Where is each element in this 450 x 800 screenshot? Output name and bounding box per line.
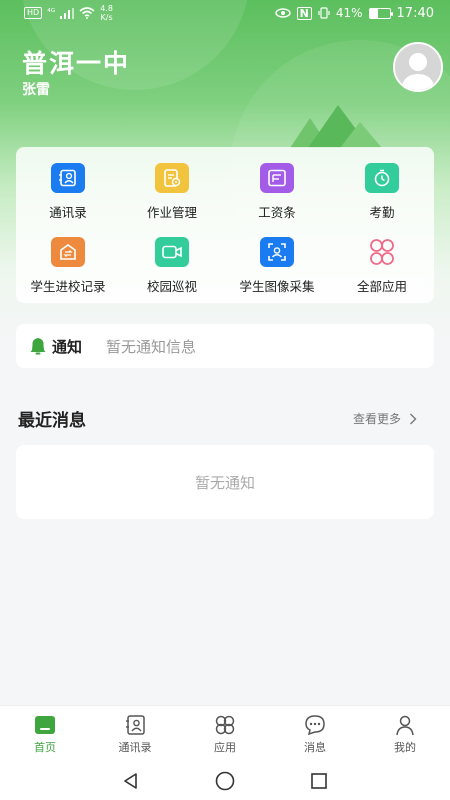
app-grid: 通讯录 作业管理 工资条 考勤 学生进校记录 校园巡视 学生图像采集 全部应用 [16, 147, 434, 303]
signal-icon [60, 7, 75, 19]
back-triangle-icon [124, 772, 137, 789]
eye-comfort-icon [274, 8, 291, 18]
system-nav-bar [0, 761, 450, 800]
notice-title: 通知 [52, 337, 83, 356]
home-icon [35, 716, 55, 734]
contacts-icon [126, 715, 145, 735]
chevron-right-icon [410, 413, 417, 424]
app-all-apps[interactable]: 全部应用 [330, 237, 434, 299]
app-label: 考勤 [369, 205, 395, 220]
apps-icon [215, 715, 235, 735]
tab-messages[interactable]: 消息 [270, 706, 360, 761]
battery-icon [368, 7, 393, 19]
tab-label: 首页 [34, 741, 56, 754]
signal-type-label: ⁴ᴳ [47, 8, 56, 18]
app-salary[interactable]: 工资条 [225, 163, 329, 225]
home-button[interactable] [214, 770, 236, 792]
app-homework[interactable]: 作业管理 [120, 163, 224, 225]
back-button[interactable] [120, 770, 142, 792]
entry-record-icon [51, 237, 85, 267]
face-scan-icon [260, 237, 294, 267]
profile-icon [396, 715, 414, 736]
nfc-icon: N [296, 6, 312, 20]
app-entry-record[interactable]: 学生进校记录 [16, 237, 120, 299]
notice-text: 暂无通知信息 [106, 337, 197, 356]
tab-label: 通讯录 [118, 741, 152, 754]
clock: 17:40 [396, 5, 434, 21]
tab-label: 应用 [214, 741, 236, 754]
battery-percent: 41% [335, 6, 363, 20]
avatar[interactable] [393, 42, 443, 92]
network-speed: 4.8 K/s [100, 4, 113, 22]
view-more-link[interactable]: 查看更多 [353, 410, 417, 427]
tab-apps[interactable]: 应用 [180, 706, 270, 761]
app-label: 作业管理 [146, 205, 197, 220]
tab-profile[interactable]: 我的 [360, 706, 450, 761]
bell-icon [30, 338, 46, 355]
bottom-tab-bar: 首页 通讯录 应用 消息 我的 [0, 705, 450, 761]
tab-label: 消息 [304, 741, 326, 754]
recents-square-icon [311, 772, 327, 789]
camera-icon [155, 237, 189, 267]
wifi-icon [79, 7, 95, 19]
tab-label: 我的 [394, 741, 416, 754]
tab-home[interactable]: 首页 [0, 706, 90, 761]
recent-messages-empty: 暂无通知 [16, 445, 434, 519]
vibrate-icon [318, 7, 330, 19]
salary-icon [260, 163, 294, 193]
home-circle-icon [215, 771, 235, 790]
all-apps-icon [365, 237, 399, 267]
message-icon [305, 715, 325, 736]
app-label: 全部应用 [356, 279, 407, 294]
notice-bar[interactable]: 通知 暂无通知信息 [16, 324, 434, 368]
user-avatar-icon [395, 44, 441, 90]
app-label: 校园巡视 [146, 279, 197, 294]
homework-icon [155, 163, 189, 193]
recents-button[interactable] [308, 770, 330, 792]
app-campus-patrol[interactable]: 校园巡视 [120, 237, 224, 299]
battery-fill [369, 8, 378, 18]
app-attendance[interactable]: 考勤 [330, 163, 434, 225]
view-more-label: 查看更多 [353, 412, 402, 426]
recent-messages-title: 最近消息 [18, 411, 86, 431]
empty-state-text: 暂无通知 [194, 473, 255, 492]
app-label: 工资条 [258, 205, 296, 220]
app-contacts[interactable]: 通讯录 [16, 163, 120, 225]
contacts-icon [51, 163, 85, 193]
app-label: 学生进校记录 [30, 279, 106, 294]
status-bar: HD ⁴ᴳ 4.8 K/s N 41% 17:40 [0, 0, 450, 26]
app-image-capture[interactable]: 学生图像采集 [225, 237, 329, 299]
attendance-icon [365, 163, 399, 193]
hd-badge: HD [24, 7, 43, 19]
tab-contacts[interactable]: 通讯录 [90, 706, 180, 761]
user-name: 张雷 [22, 82, 50, 98]
app-label: 学生图像采集 [239, 279, 315, 294]
app-label: 通讯录 [49, 205, 87, 220]
school-name: 普洱一中 [22, 49, 131, 78]
